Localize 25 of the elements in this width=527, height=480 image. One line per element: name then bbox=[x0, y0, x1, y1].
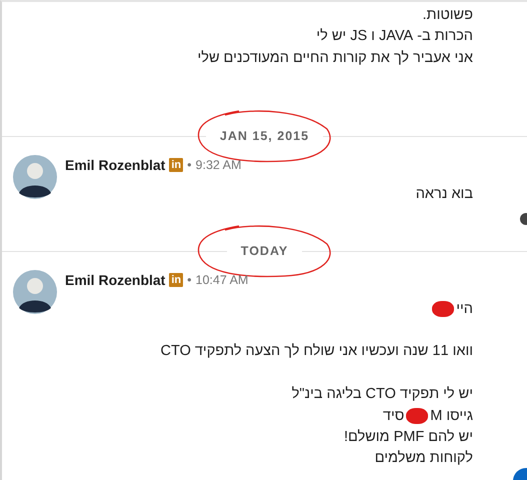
message-text: אני אעביר לך את קורות החיים המעודכנים שלי bbox=[198, 50, 473, 66]
message-time: 9:32 AM bbox=[196, 158, 242, 172]
message-text: סיד bbox=[382, 408, 404, 424]
message-text: לקוחות משלמים bbox=[374, 450, 473, 466]
message-text: בוא נראה bbox=[416, 186, 473, 202]
sender-name[interactable]: Emil Rozenblat bbox=[65, 272, 166, 288]
linkedin-badge: in bbox=[169, 272, 184, 287]
date-divider-label: JAN 15, 2015 bbox=[206, 129, 324, 144]
message-text: היי bbox=[456, 300, 473, 317]
message-text: יש להם PMF מושלם! bbox=[344, 429, 473, 446]
redaction-scribble bbox=[406, 408, 428, 424]
separator-dot: • bbox=[187, 272, 192, 287]
message-text: הכרות ב- JAVA ו JS יש לי bbox=[316, 28, 473, 44]
message-time: 10:47 AM bbox=[196, 272, 248, 287]
separator-dot: • bbox=[187, 158, 192, 172]
date-divider-label: TODAY bbox=[226, 244, 302, 258]
message-text: יש לי תפקיד CTO בליגה בינ"ל bbox=[292, 386, 473, 402]
sender-name[interactable]: Emil Rozenblat bbox=[65, 157, 166, 174]
avatar-icon[interactable] bbox=[13, 270, 57, 314]
redaction-scribble bbox=[432, 300, 454, 317]
message-text: גייסו M bbox=[430, 408, 473, 424]
message-text: וואו 11 שנה ועכשיו אני שולח לך הצעה לתפקיד CTO bbox=[160, 343, 473, 360]
linkedin-badge: in bbox=[169, 158, 184, 172]
avatar-icon[interactable] bbox=[13, 155, 57, 200]
message-text: פשוטות. bbox=[422, 7, 473, 23]
